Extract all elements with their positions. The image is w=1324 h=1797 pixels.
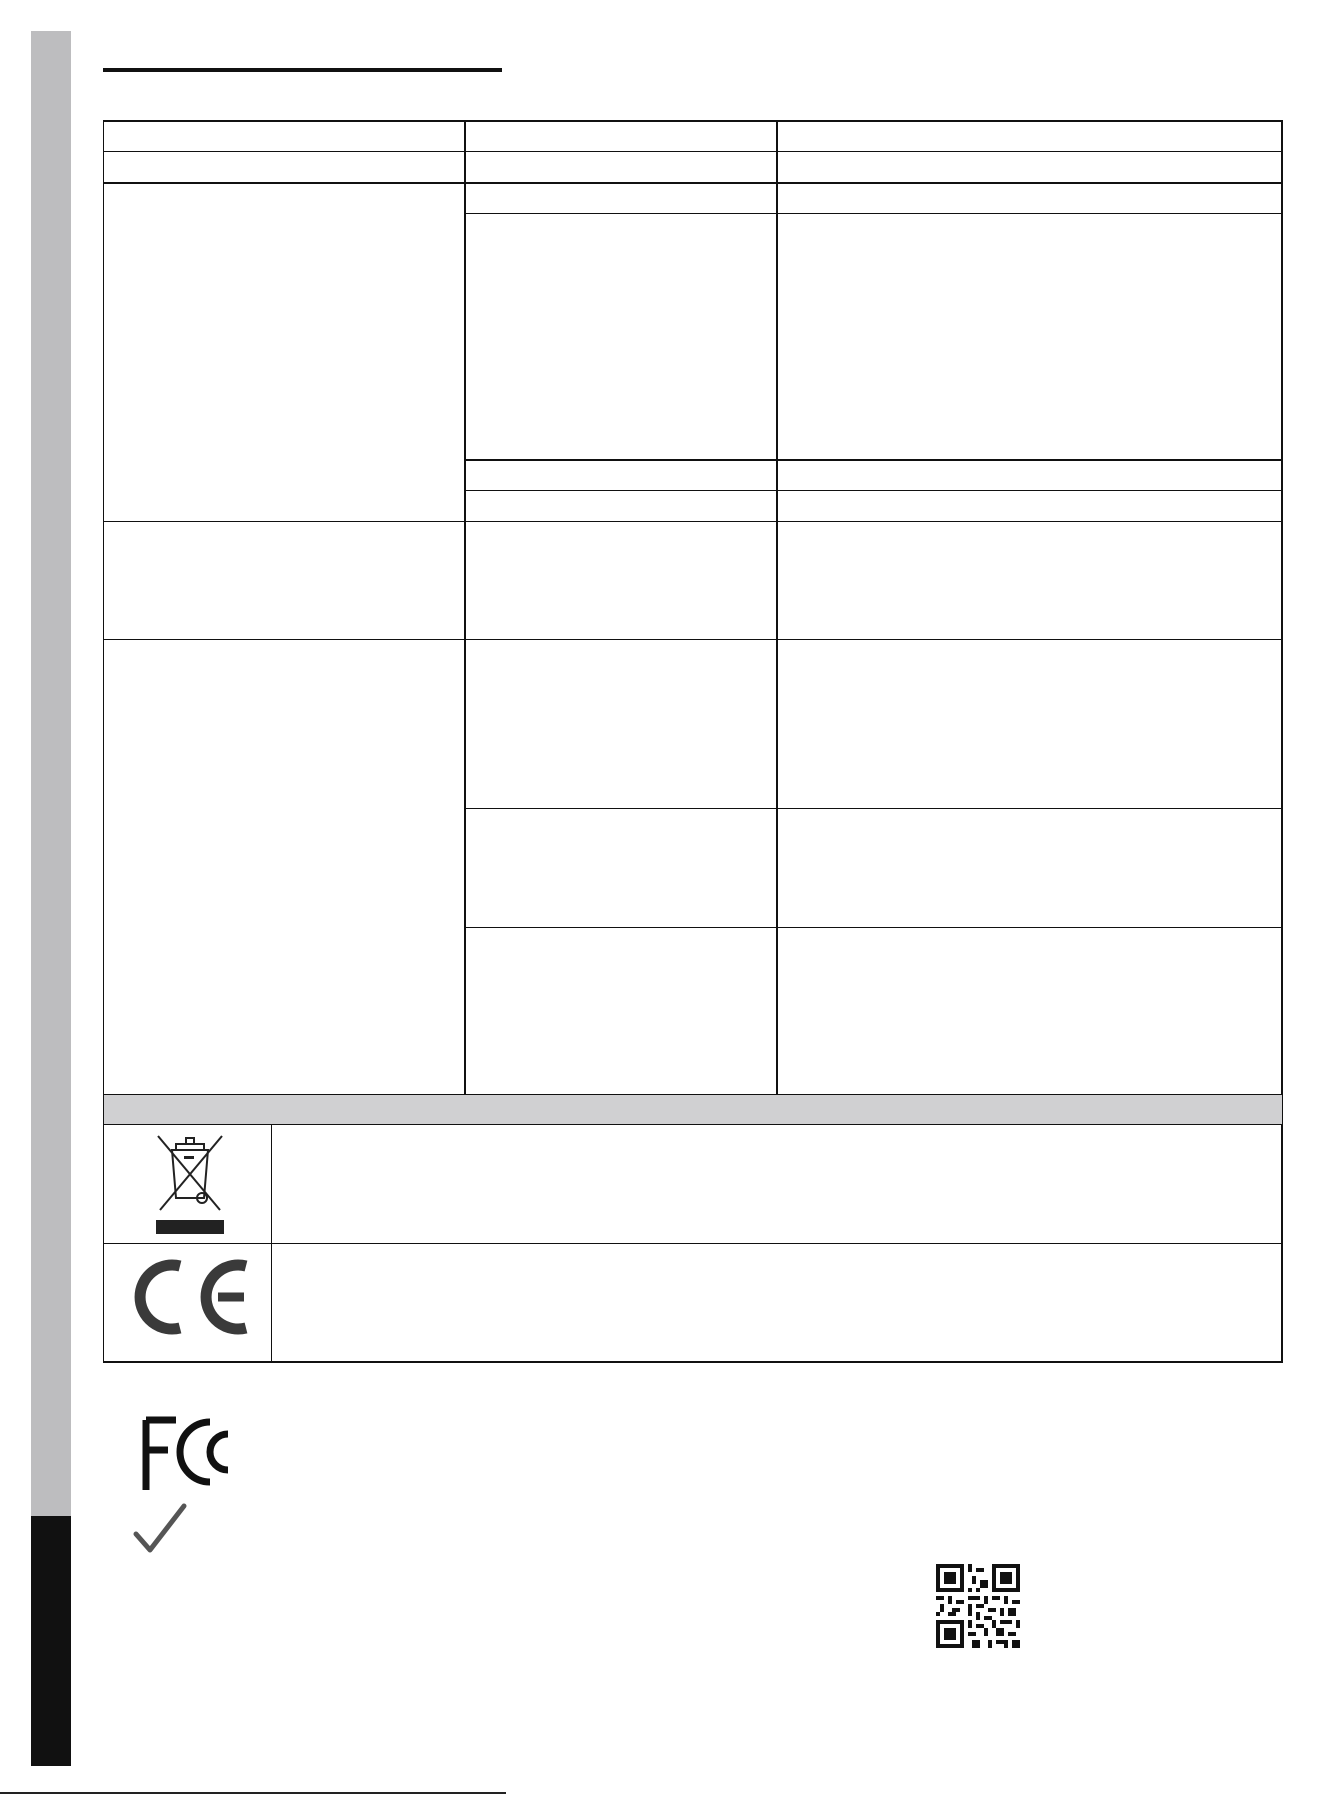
footer-rule bbox=[0, 1792, 506, 1794]
table-column-divider bbox=[776, 120, 778, 1095]
table-row-divider bbox=[465, 459, 1283, 461]
table-border-top bbox=[103, 120, 1283, 122]
table-row-divider bbox=[465, 808, 1283, 809]
table-row-divider bbox=[103, 182, 1283, 184]
table-row-divider bbox=[103, 1243, 1283, 1244]
table-row-divider bbox=[465, 927, 1283, 928]
table-row-divider bbox=[103, 521, 1283, 522]
ce-mark-icon bbox=[134, 1259, 248, 1335]
side-band-dark bbox=[31, 1516, 71, 1766]
table-border-right bbox=[1281, 120, 1283, 1363]
table-row-divider bbox=[465, 213, 1283, 214]
crossed-out-wheelie-bin-icon bbox=[156, 1135, 224, 1234]
checkmark-icon bbox=[133, 1503, 187, 1553]
side-band-light bbox=[31, 31, 71, 1516]
fcc-logo-icon bbox=[142, 1416, 229, 1490]
section-header-band bbox=[104, 1095, 1282, 1124]
title-underline bbox=[103, 68, 502, 72]
table-row-divider bbox=[103, 639, 1283, 640]
table-border-left bbox=[103, 120, 104, 1363]
table-column-divider bbox=[271, 1124, 272, 1363]
table-border-bottom bbox=[103, 1361, 1283, 1363]
qr-code-icon[interactable] bbox=[936, 1564, 1020, 1648]
table-row-divider bbox=[103, 151, 1283, 152]
table-row-divider bbox=[103, 1124, 1283, 1125]
table-row-divider bbox=[465, 490, 1283, 491]
table-column-divider bbox=[464, 120, 466, 1095]
